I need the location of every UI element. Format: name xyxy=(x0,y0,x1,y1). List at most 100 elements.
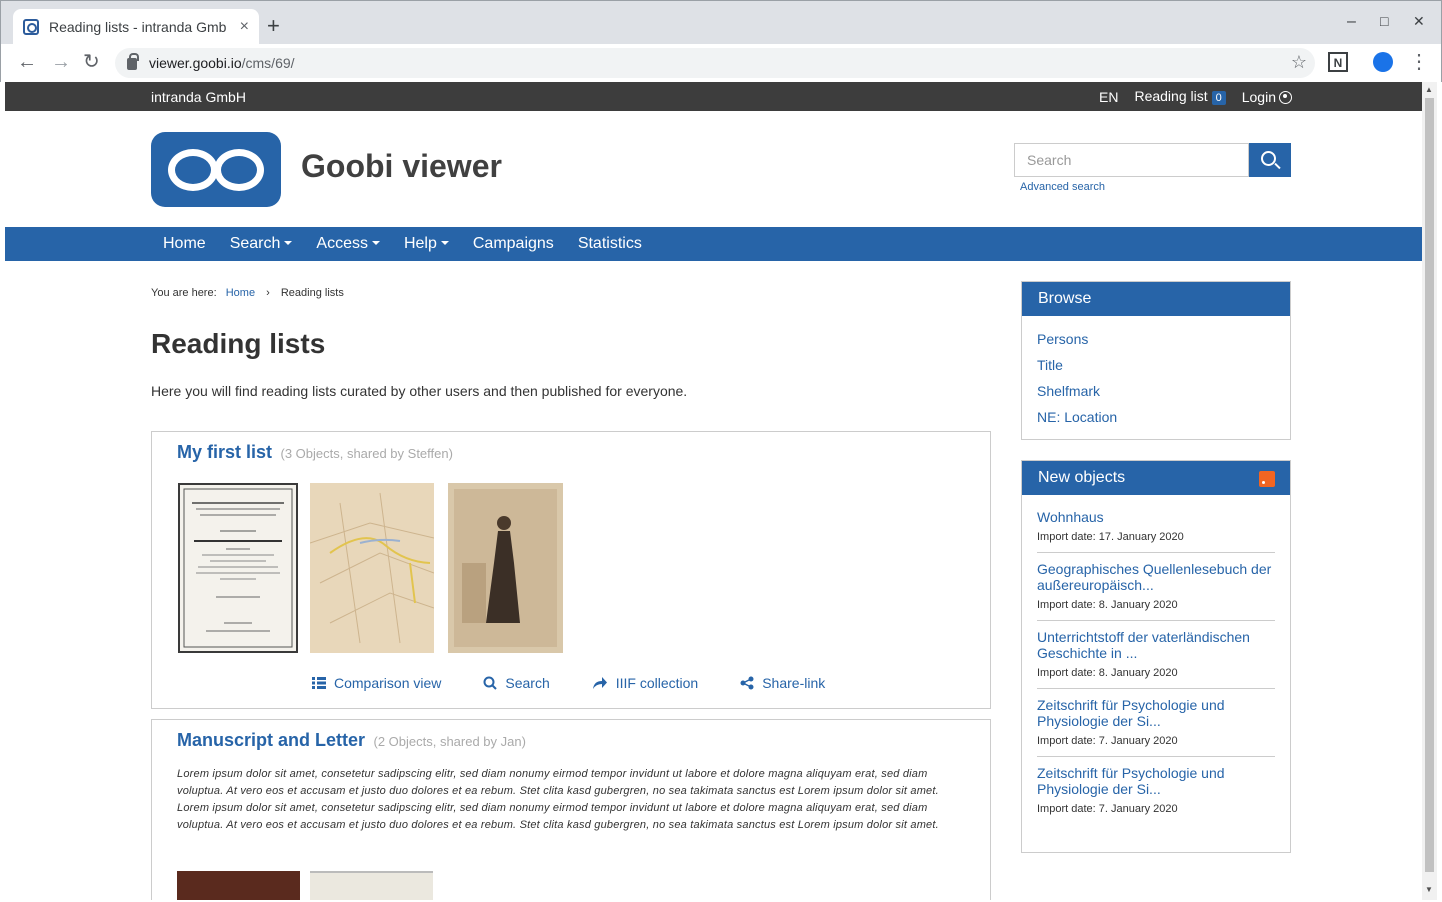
comparison-view-label: Comparison view xyxy=(334,675,442,691)
reading-list-title[interactable]: My first list xyxy=(177,442,272,462)
user-circle-icon xyxy=(1279,90,1292,104)
new-object-title[interactable]: Geographisches Quellenlesebuch der außer… xyxy=(1037,561,1275,593)
page-intro: Here you will find reading lists curated… xyxy=(151,383,688,399)
breadcrumb-home-link[interactable]: Home xyxy=(226,287,255,299)
window-close-button[interactable]: ✕ xyxy=(1413,13,1425,30)
extension-n-icon[interactable]: N xyxy=(1328,52,1348,72)
main-navigation: Home Search Access Help Campaigns Statis… xyxy=(5,227,1422,261)
new-object-title[interactable]: Wohnhaus xyxy=(1037,509,1275,525)
thumbnail-map[interactable] xyxy=(309,483,435,653)
breadcrumb: You are here: Home › Reading lists xyxy=(151,287,344,299)
new-object-item: Geographisches Quellenlesebuch der außer… xyxy=(1037,553,1275,621)
new-object-item: Zeitschrift für Psychologie und Physiolo… xyxy=(1037,689,1275,757)
reading-list-label: Reading list xyxy=(1134,88,1208,104)
browser-tab-strip: Reading lists - intranda Gmb × + – □ ✕ xyxy=(0,0,1442,45)
address-bar[interactable]: viewer.goobi.io/cms/69/ ☆ xyxy=(115,48,1315,78)
new-object-date: Import date: 7. January 2020 xyxy=(1037,803,1178,815)
new-object-item: Zeitschrift für Psychologie und Physiolo… xyxy=(1037,757,1275,824)
page-scrollbar[interactable]: ▲ ▼ xyxy=(1422,82,1437,900)
nav-access[interactable]: Access xyxy=(316,235,380,253)
rss-icon[interactable] xyxy=(1259,471,1275,487)
language-switch[interactable]: EN xyxy=(1099,89,1118,105)
thumbnail-manuscript[interactable] xyxy=(177,871,300,900)
bookmark-star-icon[interactable]: ☆ xyxy=(1291,52,1307,73)
new-object-date: Import date: 8. January 2020 xyxy=(1037,599,1178,611)
forward-arrow-icon[interactable]: → xyxy=(51,50,71,74)
nav-search-label: Search xyxy=(229,235,281,252)
reading-list-actions: Comparison view Search IIIF collection S… xyxy=(312,675,825,691)
nav-search[interactable]: Search xyxy=(230,235,293,253)
extension-avatar-icon[interactable] xyxy=(1373,52,1393,72)
nav-campaigns[interactable]: Campaigns xyxy=(473,235,554,253)
advanced-search-link[interactable]: Advanced search xyxy=(1020,181,1105,193)
new-object-item: Wohnhaus Import date: 17. January 2020 xyxy=(1037,501,1275,553)
scroll-down-arrow-icon[interactable]: ▼ xyxy=(1425,885,1433,894)
browser-menu-icon[interactable]: ⋮ xyxy=(1409,50,1429,74)
nav-help-label: Help xyxy=(403,235,437,252)
share-link[interactable]: Share-link xyxy=(740,675,825,691)
new-object-title[interactable]: Zeitschrift für Psychologie und Physiolo… xyxy=(1037,697,1275,729)
minimize-button[interactable]: – xyxy=(1347,13,1356,31)
maximize-button[interactable]: □ xyxy=(1380,13,1388,29)
caret-down-icon xyxy=(284,241,293,245)
nav-statistics[interactable]: Statistics xyxy=(578,235,642,253)
logo-ring-left-icon xyxy=(168,149,218,191)
search-input[interactable]: Search xyxy=(1014,143,1249,177)
comparison-view-link[interactable]: Comparison view xyxy=(312,675,441,691)
map-illustration xyxy=(309,483,435,653)
reading-list-card: My first list (3 Objects, shared by Stef… xyxy=(151,431,991,709)
new-tab-button[interactable]: + xyxy=(267,15,280,37)
browse-item-title[interactable]: Title xyxy=(1037,352,1275,378)
breadcrumb-current: Reading lists xyxy=(280,287,344,299)
search-icon xyxy=(1261,151,1276,166)
browse-item-shelfmark[interactable]: Shelfmark xyxy=(1037,378,1275,404)
search-icon xyxy=(483,676,498,690)
nav-home[interactable]: Home xyxy=(163,235,206,253)
tab-title: Reading lists - intranda Gmb xyxy=(49,19,227,35)
browser-toolbar: ← → ↻ viewer.goobi.io/cms/69/ ☆ ⋮ xyxy=(0,44,1442,82)
list-search-link[interactable]: Search xyxy=(483,675,550,691)
scrollbar-thumb[interactable] xyxy=(1425,98,1434,872)
nav-campaigns-label: Campaigns xyxy=(472,235,554,252)
reading-list-meta: (3 Objects, shared by Steffen) xyxy=(280,446,453,461)
browse-widget: Browse Persons Title Shelfmark NE: Locat… xyxy=(1021,281,1291,440)
reading-list-title[interactable]: Manuscript and Letter xyxy=(177,730,365,750)
site-title[interactable]: Goobi viewer xyxy=(301,148,502,185)
share-arrow-icon xyxy=(592,677,607,689)
goobi-logo[interactable] xyxy=(151,132,281,207)
browse-item-persons[interactable]: Persons xyxy=(1037,326,1275,352)
logo-ring-right-icon xyxy=(214,149,264,191)
breadcrumb-prefix: You are here: xyxy=(151,287,217,299)
thumbnail-portrait-photo[interactable] xyxy=(448,483,563,653)
lock-icon[interactable] xyxy=(127,53,139,70)
reading-list-card: Manuscript and Letter (2 Objects, shared… xyxy=(151,719,991,900)
share-nodes-icon xyxy=(740,676,754,690)
tab-close-icon[interactable]: × xyxy=(240,18,249,36)
new-object-title[interactable]: Unterrichtstoff der vaterländischen Gesc… xyxy=(1037,629,1275,661)
browser-tab[interactable]: Reading lists - intranda Gmb × xyxy=(13,9,259,45)
goobi-favicon-icon xyxy=(23,19,39,35)
new-object-title[interactable]: Zeitschrift für Psychologie und Physiolo… xyxy=(1037,765,1275,797)
reload-icon[interactable]: ↻ xyxy=(83,50,100,74)
list-search-label: Search xyxy=(505,675,550,691)
nav-help[interactable]: Help xyxy=(404,235,449,253)
iiif-collection-label: IIIF collection xyxy=(615,675,699,691)
thumbnail-printed-title-page[interactable] xyxy=(178,483,298,653)
top-bar: intranda GmbH EN Reading list 0 Login xyxy=(5,82,1422,111)
iiif-collection-link[interactable]: IIIF collection xyxy=(592,675,698,691)
reading-list-description: Lorem ipsum dolor sit amet, consetetur s… xyxy=(177,768,939,831)
organization-name: intranda GmbH xyxy=(151,89,246,105)
thumbnail-letter[interactable] xyxy=(310,871,433,900)
login-label: Login xyxy=(1241,88,1276,105)
scroll-up-arrow-icon[interactable]: ▲ xyxy=(1425,85,1433,94)
reading-list-link[interactable]: Reading list 0 xyxy=(1134,88,1226,105)
back-arrow-icon[interactable]: ← xyxy=(17,50,37,74)
login-link[interactable]: Login xyxy=(1242,89,1292,105)
url-host: viewer.goobi.io xyxy=(149,55,242,71)
page-title: Reading lists xyxy=(151,328,326,359)
new-object-item: Unterrichtstoff der vaterländischen Gesc… xyxy=(1037,621,1275,689)
grid-icon xyxy=(312,677,326,689)
new-object-date: Import date: 8. January 2020 xyxy=(1037,667,1178,679)
browse-item-location[interactable]: NE: Location xyxy=(1037,404,1275,430)
search-button[interactable] xyxy=(1249,143,1291,177)
